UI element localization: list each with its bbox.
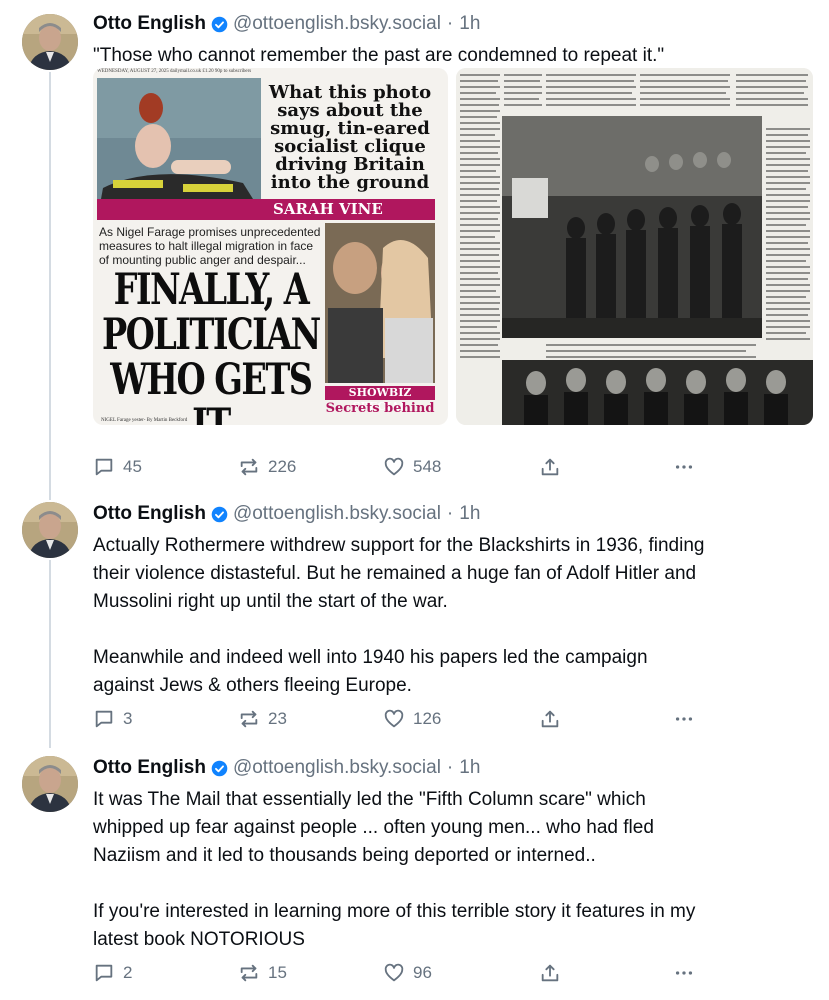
post-text-line [93,870,813,898]
like-count: 96 [413,963,432,982]
share-button[interactable] [539,456,569,478]
post-time[interactable]: 1h [459,756,480,780]
author-name[interactable]: Otto English [93,756,206,780]
post-text-line: If you're interested in learning more of… [93,901,696,922]
newspaper-footer: NIGEL Farage yester- By Martin Beckford [101,418,188,423]
archive-photo [456,68,813,425]
post-text-line: their violence distasteful. But he remai… [93,563,697,584]
post-actions: 45 226 548 [93,456,813,482]
post-actions: 2 15 96 [93,962,813,988]
post-text: "Those who cannot remember the past are … [93,42,813,70]
reply-count: 3 [123,709,133,728]
heart-icon [384,709,404,728]
newspaper-subhead: As Nigel Farage promises unprecedented m… [99,225,321,267]
like-count: 126 [413,709,442,728]
post-text-line: "Those who cannot remember the past are … [93,45,665,66]
newspaper-secrets-text: Secrets behind [325,401,435,416]
post-text-line: It was The Mail that essentially led the… [93,789,646,810]
share-icon [541,458,559,476]
post[interactable]: Otto English @ottoenglish.bsky.social · … [0,12,829,490]
post-text: It was The Mail that essentially led the… [93,786,813,954]
more-dots-icon [675,717,693,721]
like-button[interactable]: 548 [383,456,441,478]
heart-icon [384,457,404,476]
more-dots-icon [675,971,693,975]
share-icon [541,964,559,982]
avatar[interactable] [22,756,78,812]
repost-button[interactable]: 15 [238,962,287,984]
more-dots-icon [675,465,693,469]
avatar[interactable] [22,502,78,558]
repost-count: 23 [268,709,287,728]
reply-count: 45 [123,457,142,476]
archive-newspaper-image[interactable] [456,68,813,425]
verified-check-icon [211,760,228,776]
speech-bubble-icon [95,964,113,982]
post-time[interactable]: 1h [459,502,480,526]
post-text-line: Actually Rothermere withdrew support for… [93,535,705,556]
post[interactable]: Otto English @ottoenglish.bsky.social · … [0,756,829,1000]
reply-button[interactable]: 2 [93,962,132,984]
more-button[interactable] [673,708,703,730]
speech-bubble-icon [95,710,113,728]
post-text-line: against Jews & others fleeing Europe. [93,675,412,696]
separator-dot: · [446,13,454,34]
separator-dot: · [446,503,454,524]
post-actions: 3 23 126 [93,708,813,734]
post-text: Actually Rothermere withdrew support for… [93,532,813,700]
reply-count: 2 [123,963,133,982]
repost-button[interactable]: 226 [238,456,296,478]
author-handle[interactable]: @ottoenglish.bsky.social [233,502,441,526]
media-grid: WEDNESDAY, AUGUST 27, 2025 dailymail.co.… [93,68,813,425]
post-text-line: Mussolini right up until the start of th… [93,591,448,612]
post-text-line: whipped up fear against people ... often… [93,817,654,838]
like-button[interactable]: 126 [383,708,441,730]
newspaper-main-headline: FINALLY, A POLITICIAN WHO GETS IT [101,265,321,426]
reply-button[interactable]: 3 [93,708,132,730]
more-button[interactable] [673,962,703,984]
post-text-line: Meanwhile and indeed well into 1940 his … [93,647,648,668]
newspaper-byline: SARAH VINE [265,199,435,220]
repost-icon [240,710,258,728]
newspaper-headline: What this photo says about the smug, tin… [268,82,432,193]
heart-icon [384,963,404,982]
author-handle[interactable]: @ottoenglish.bsky.social [233,12,441,36]
verified-check-icon [211,16,228,32]
avatar[interactable] [22,14,78,70]
repost-icon [240,964,258,982]
repost-count: 226 [268,457,297,476]
more-button[interactable] [673,456,703,478]
verified-check-icon [211,506,228,522]
like-count: 548 [413,457,442,476]
post[interactable]: Otto English @ottoenglish.bsky.social · … [0,502,829,744]
speech-bubble-icon [95,458,113,476]
repost-icon [240,458,258,476]
newspaper-image[interactable]: WEDNESDAY, AUGUST 27, 2025 dailymail.co.… [93,68,448,425]
separator-dot: · [446,757,454,778]
newspaper-showbiz-tag: SHOWBIZ SPECIAL [325,386,435,413]
repost-button[interactable]: 23 [238,708,287,730]
repost-count: 15 [268,963,287,982]
post-text-line [93,616,813,644]
post-time[interactable]: 1h [459,12,480,36]
like-button[interactable]: 96 [383,962,432,984]
reply-button[interactable]: 45 [93,456,142,478]
author-name[interactable]: Otto English [93,12,206,36]
share-button[interactable] [539,962,569,984]
share-button[interactable] [539,708,569,730]
post-text-line: latest book NOTORIOUS [93,929,305,950]
share-icon [541,710,559,728]
author-handle[interactable]: @ottoenglish.bsky.social [233,756,441,780]
author-name[interactable]: Otto English [93,502,206,526]
post-text-line: Naziism and it led to thousands being de… [93,845,596,866]
